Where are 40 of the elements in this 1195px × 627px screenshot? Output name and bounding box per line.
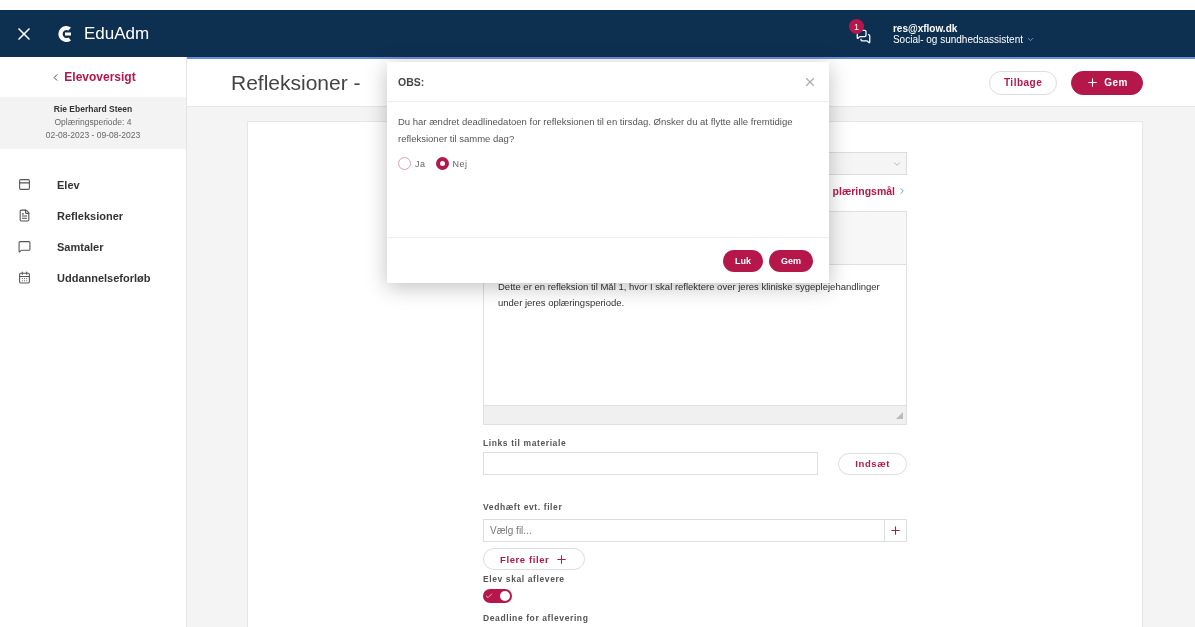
sidebar-item[interactable]: Samtaler xyxy=(0,231,186,262)
radio-option[interactable]: Nej xyxy=(435,157,468,170)
back-link[interactable]: Elevoversigt xyxy=(0,57,186,97)
field-label: Links til materiale xyxy=(483,438,568,448)
document-icon xyxy=(18,209,31,222)
resize-handle-icon[interactable] xyxy=(896,411,903,419)
messages-icon[interactable] xyxy=(855,29,871,44)
file-field[interactable]: Vælg fil... xyxy=(483,519,907,542)
link-input[interactable] xyxy=(483,452,819,475)
close-button[interactable]: Luk xyxy=(722,249,763,272)
radio-option[interactable]: Ja xyxy=(398,157,426,170)
chevron-right-icon xyxy=(897,186,907,196)
training-period: Oplæringsperiode: 4 xyxy=(54,117,132,127)
dialog-title: OBS: xyxy=(398,75,425,88)
back-button[interactable]: Tilbage xyxy=(988,70,1058,95)
sidebar-item[interactable]: Uddannelseforløb xyxy=(0,262,186,293)
page-title: Refleksioner - xyxy=(231,70,361,95)
sidebar-item[interactable]: Elev xyxy=(0,169,186,200)
editor-text: Dette er en refleksion til Mål 1, hvor I skal reflektere over jeres kliniske sygeplejehandlinger under jeres oplæringsperiode. xyxy=(497,280,881,310)
field-label: Elev skal aflevere xyxy=(483,574,566,584)
notification-badge: 1 xyxy=(848,19,864,34)
calendar-icon xyxy=(18,271,31,284)
field-label: Deadline for aflevering xyxy=(483,613,590,623)
plus-icon xyxy=(555,552,569,566)
app-name: EduAdm xyxy=(84,23,150,44)
student-name: Rie Eberhard Steen xyxy=(53,104,133,114)
period-dates: 02-08-2023 - 09-08-2023 xyxy=(45,130,141,140)
dialog-message: Du har ændret deadlinedatoen for refleksionen til en tirsdag. Ønsker du at flytte alle fremtidige refleksioner til samme dag? xyxy=(398,115,794,146)
sidebar-item[interactable]: Refleksioner xyxy=(0,200,186,231)
learning-goal-link[interactable]: plæringsmål xyxy=(832,185,907,197)
field-label: Vedhæft evt. filer xyxy=(483,502,564,512)
more-files-button[interactable]: Flere filer xyxy=(483,548,586,570)
plus-icon xyxy=(1086,76,1100,89)
check-icon xyxy=(485,592,493,600)
toggle-switch[interactable] xyxy=(483,589,512,603)
save-button[interactable]: Gem xyxy=(769,249,813,272)
user-menu[interactable]: res@xflow.dk Social- og sundhedsassistent xyxy=(892,22,1035,45)
insert-button[interactable]: Indsæt xyxy=(838,452,907,475)
chat-icon xyxy=(18,240,31,253)
save-button[interactable]: Gem xyxy=(1071,70,1143,95)
